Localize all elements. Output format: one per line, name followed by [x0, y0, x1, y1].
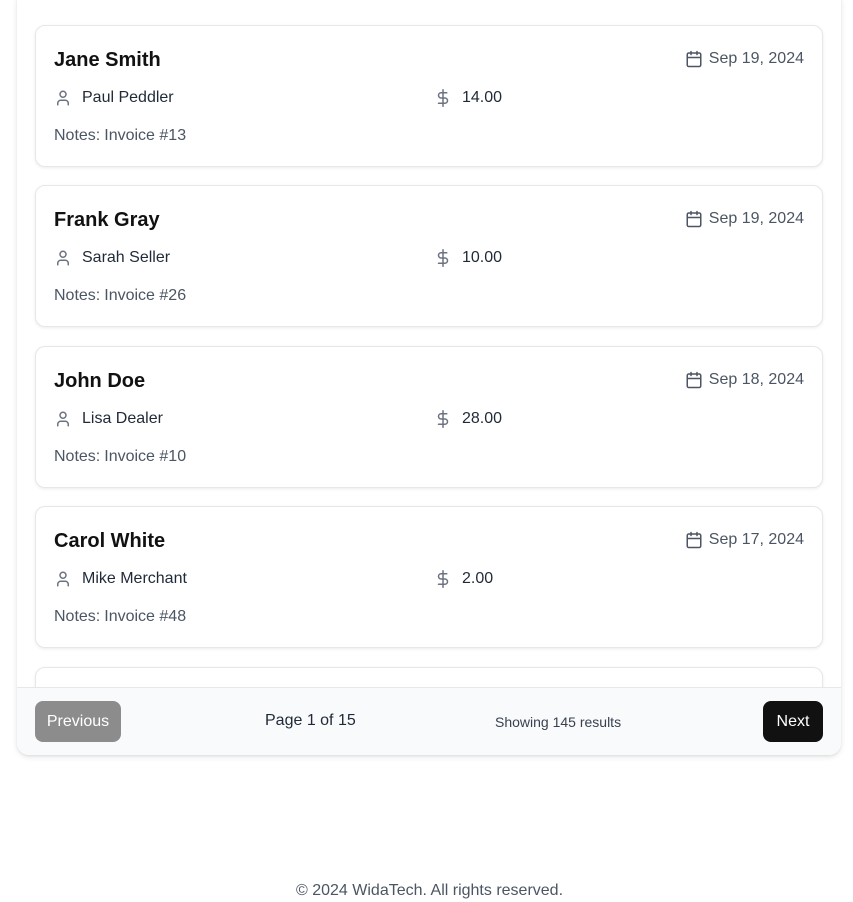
user-icon — [54, 89, 72, 107]
dollar-icon — [434, 570, 452, 588]
seller: Mike Merchant — [54, 570, 187, 588]
invoice-list-panel: Jane Smith Sep 19, 2024 Paul Peddler 14.… — [17, 0, 841, 755]
amount-value: 14.00 — [462, 89, 503, 106]
seller: Sarah Seller — [54, 249, 170, 267]
amount: 14.00 — [434, 89, 502, 107]
invoice-date: Sep 19, 2024 — [685, 210, 804, 228]
next-button[interactable]: Next — [763, 701, 823, 742]
customer-name: Jane Smith — [54, 49, 161, 71]
invoice-date-text: Sep 19, 2024 — [708, 210, 804, 227]
invoice-card[interactable]: Frank Gray Sep 19, 2024 Sarah Seller 10.… — [35, 185, 823, 327]
invoice-date: Sep 18, 2024 — [685, 371, 804, 389]
seller: Lisa Dealer — [54, 410, 163, 428]
invoice-date: Sep 17, 2024 — [685, 531, 804, 549]
amount-value: 2.00 — [462, 570, 494, 587]
copyright-text: © 2024 WidaTech. All rights reserved. — [295, 882, 564, 899]
invoice-card-partial[interactable] — [35, 667, 823, 687]
calendar-icon — [685, 371, 703, 389]
seller-name: Sarah Seller — [82, 249, 171, 266]
seller-name: Paul Peddler — [82, 89, 174, 106]
amount: 2.00 — [434, 570, 493, 588]
invoice-notes: Notes: Invoice #26 — [54, 287, 186, 305]
calendar-icon — [685, 531, 703, 549]
invoice-date: Sep 19, 2024 — [685, 50, 804, 68]
user-icon — [54, 249, 72, 267]
amount-value: 28.00 — [462, 410, 503, 427]
amount: 10.00 — [434, 249, 502, 267]
customer-name: Carol White — [54, 530, 166, 552]
invoice-card[interactable]: John Doe Sep 18, 2024 Lisa Dealer 28.00 — [35, 346, 823, 488]
customer-name: John Doe — [54, 370, 146, 392]
dollar-icon — [434, 249, 452, 267]
user-icon — [54, 570, 72, 588]
calendar-icon — [685, 210, 703, 228]
notes-text: Invoice #10 — [104, 448, 187, 465]
results-count: Showing 145 results — [495, 714, 622, 730]
amount-value: 10.00 — [462, 249, 503, 266]
seller: Paul Peddler — [54, 89, 174, 107]
notes-text: Invoice #48 — [104, 608, 187, 625]
seller-name: Lisa Dealer — [82, 410, 163, 427]
invoice-card[interactable]: Carol White Sep 17, 2024 Mike Merchant 2… — [35, 506, 823, 648]
page-indicator: Page 1 of 15 — [265, 712, 356, 729]
invoice-date-text: Sep 17, 2024 — [708, 531, 804, 548]
pagination-bar: Previous Page 1 of 15 Showing 145 result… — [17, 687, 841, 755]
notes-text: Invoice #13 — [104, 127, 187, 144]
notes-text: Invoice #26 — [104, 287, 187, 304]
notes-prefix: Notes: — [54, 287, 101, 304]
dollar-icon — [434, 89, 452, 107]
dollar-icon — [434, 410, 452, 428]
user-icon — [54, 410, 72, 428]
notes-prefix: Notes: — [54, 608, 101, 625]
notes-prefix: Notes: — [54, 448, 101, 465]
notes-prefix: Notes: — [54, 127, 101, 144]
invoice-notes: Notes: Invoice #48 — [54, 608, 186, 626]
customer-name: Frank Gray — [54, 209, 160, 231]
invoice-date-text: Sep 19, 2024 — [708, 50, 804, 67]
calendar-icon — [685, 50, 703, 68]
invoice-list[interactable]: Jane Smith Sep 19, 2024 Paul Peddler 14.… — [17, 0, 841, 687]
seller-name: Mike Merchant — [82, 570, 187, 587]
invoice-notes: Notes: Invoice #10 — [54, 448, 186, 466]
invoice-date-text: Sep 18, 2024 — [708, 371, 804, 388]
invoice-card[interactable]: Jane Smith Sep 19, 2024 Paul Peddler 14.… — [35, 25, 823, 167]
amount: 28.00 — [434, 410, 502, 428]
previous-button[interactable]: Previous — [35, 701, 121, 742]
invoice-notes: Notes: Invoice #13 — [54, 127, 186, 145]
